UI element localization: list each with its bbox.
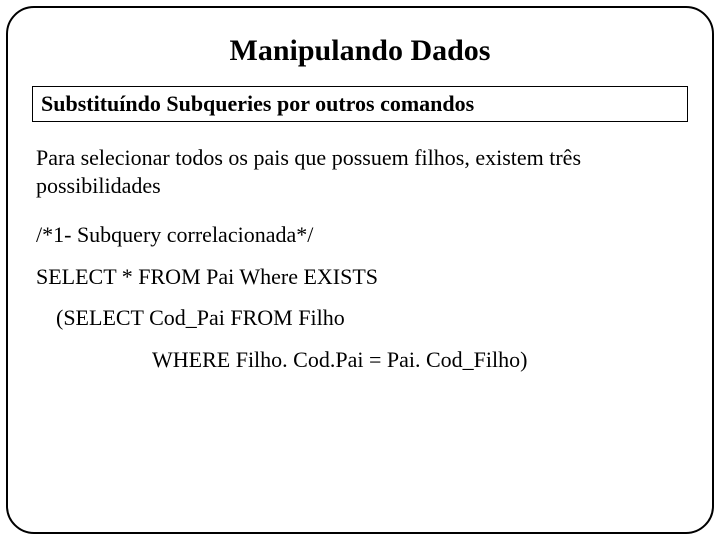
- intro-paragraph: Para selecionar todos os pais que possue…: [32, 144, 688, 199]
- sql-select-outer: SELECT * FROM Pai Where EXISTS: [32, 263, 688, 291]
- sql-where-clause: WHERE Filho. Cod.Pai = Pai. Cod_Filho): [32, 346, 688, 374]
- slide-frame: Manipulando Dados Substituíndo Subquerie…: [6, 6, 714, 534]
- sql-comment: /*1- Subquery correlacionada*/: [32, 221, 688, 249]
- slide-title: Manipulando Dados: [32, 34, 688, 68]
- sql-select-inner: (SELECT Cod_Pai FROM Filho: [32, 304, 688, 332]
- slide-subtitle: Substituíndo Subqueries por outros coman…: [32, 86, 688, 122]
